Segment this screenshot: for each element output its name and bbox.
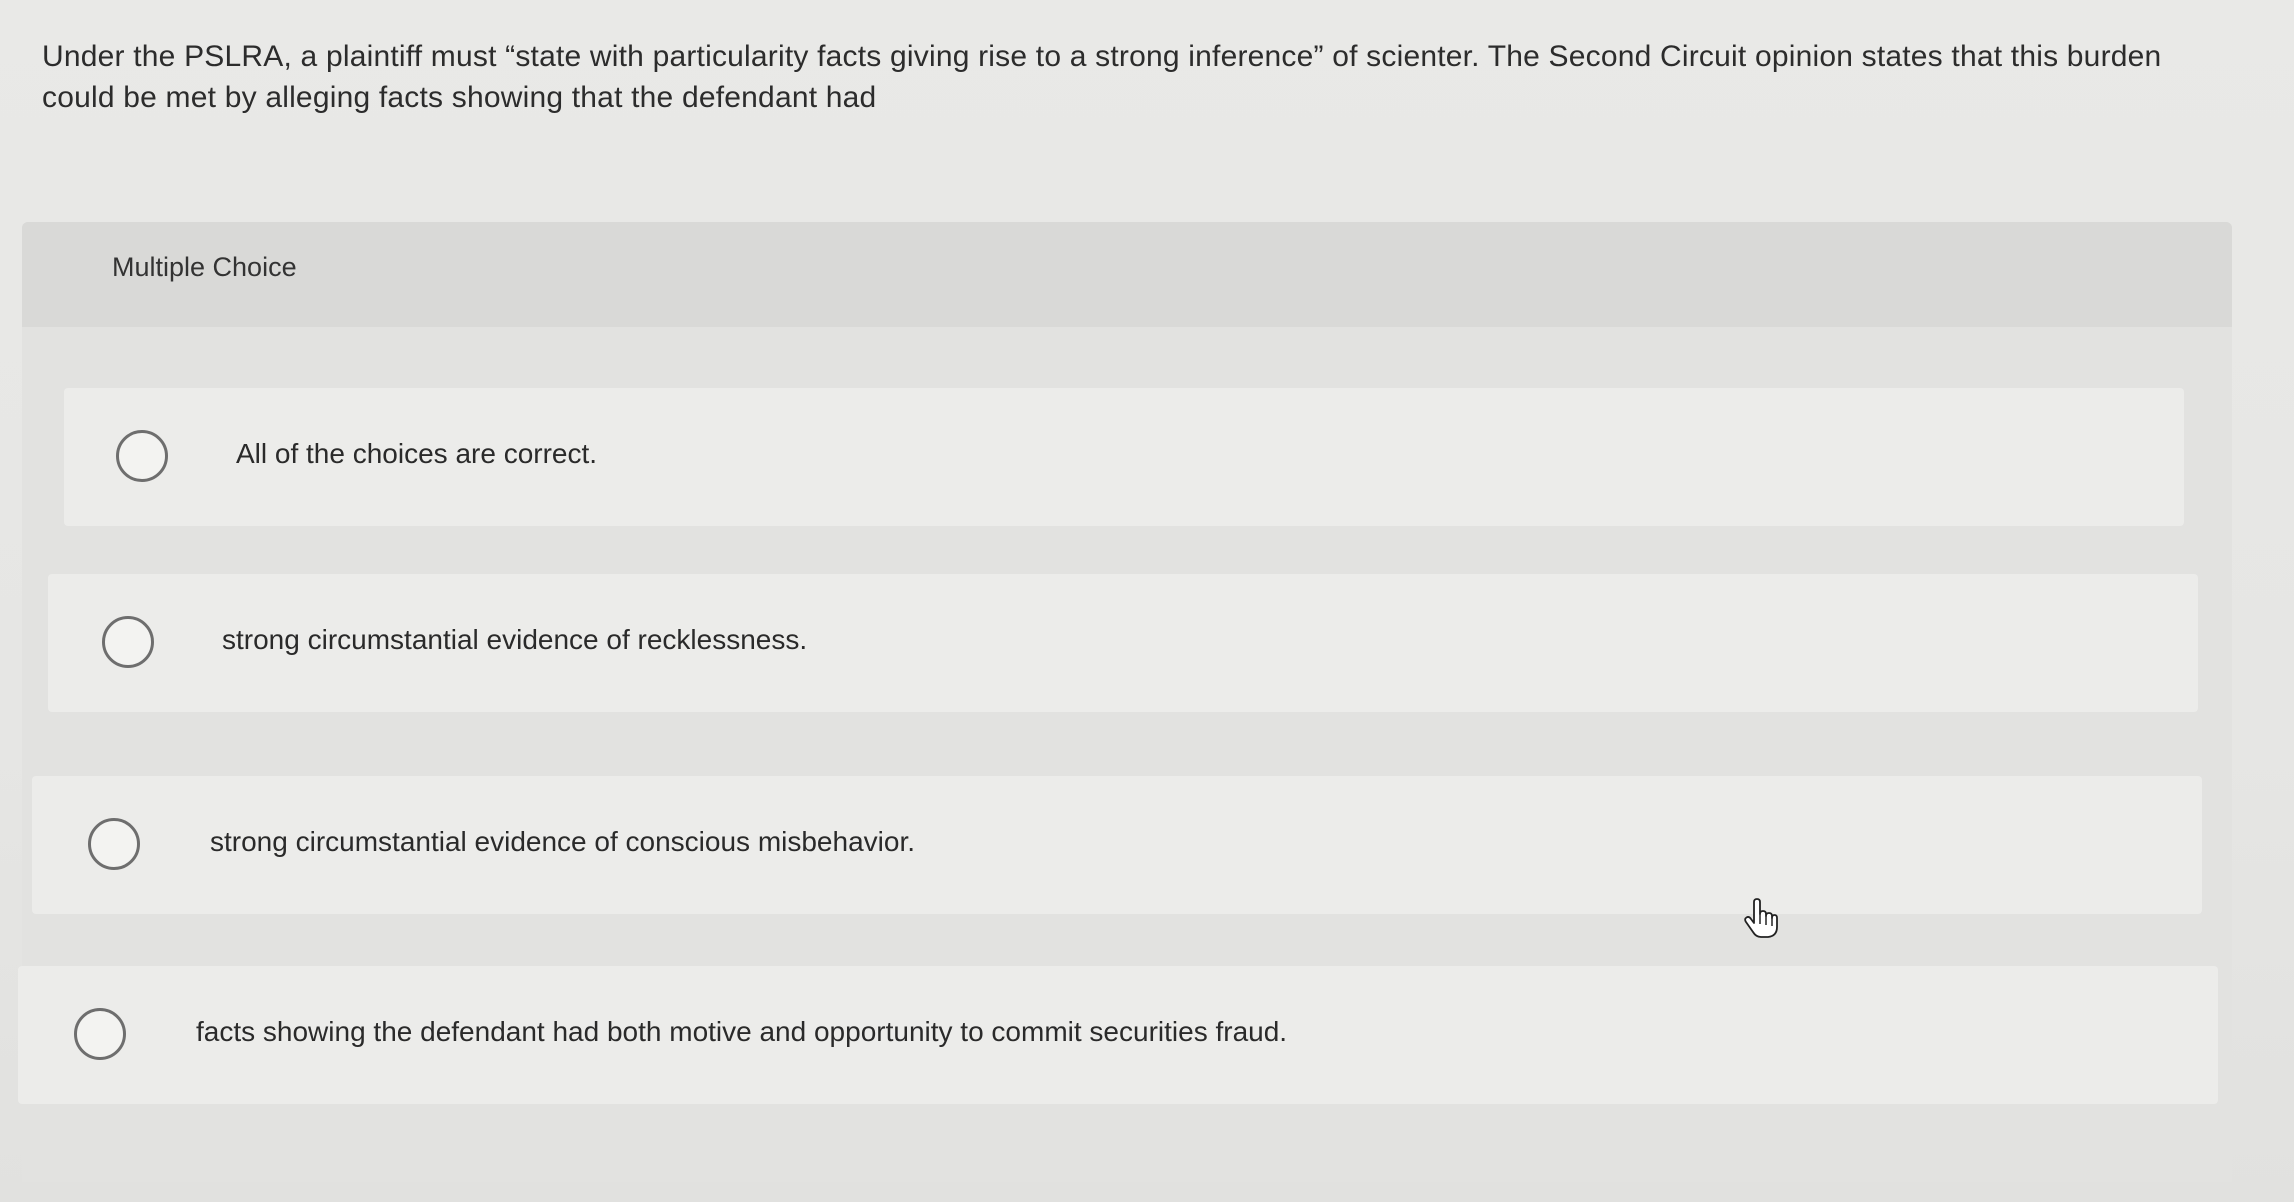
choice-option-2[interactable]: strong circumstantial evidence of reckle… bbox=[48, 574, 2198, 712]
choice-label: strong circumstantial evidence of consci… bbox=[210, 826, 916, 857]
choice-label: All of the choices are correct. bbox=[236, 438, 598, 469]
radio-button[interactable] bbox=[74, 1008, 126, 1060]
radio-button[interactable] bbox=[116, 430, 168, 482]
choice-option-1[interactable]: All of the choices are correct. bbox=[64, 388, 2184, 526]
panel-header bbox=[22, 222, 2232, 327]
radio-button[interactable] bbox=[88, 818, 140, 870]
radio-button[interactable] bbox=[102, 616, 154, 668]
question-type-label: Multiple Choice bbox=[112, 252, 297, 282]
choice-label: facts showing the defendant had both mot… bbox=[196, 1016, 1288, 1047]
question-text: Under the PSLRA, a plaintiff must “state… bbox=[42, 40, 2162, 114]
choice-option-4[interactable]: facts showing the defendant had both mot… bbox=[18, 966, 2218, 1104]
choice-label: strong circumstantial evidence of reckle… bbox=[222, 624, 808, 655]
hand-pointer-icon bbox=[1744, 898, 1778, 938]
choice-option-3[interactable]: strong circumstantial evidence of consci… bbox=[32, 776, 2202, 914]
